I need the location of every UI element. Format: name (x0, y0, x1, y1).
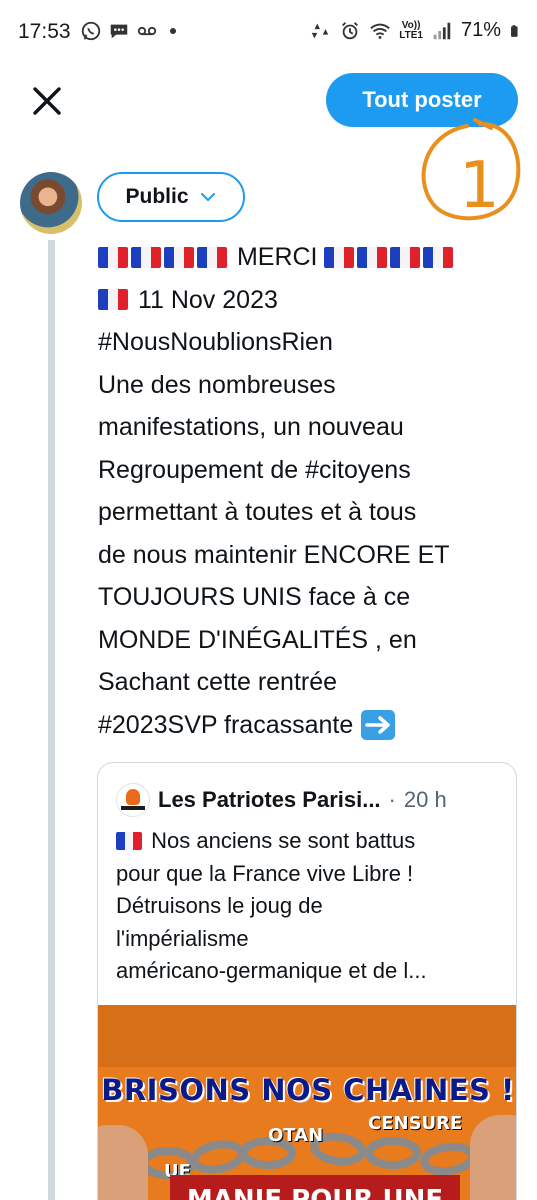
audience-selector-button[interactable]: Public (97, 172, 245, 222)
france-flag-icon (423, 246, 454, 268)
france-flag-icon (197, 246, 227, 268)
chevron-down-icon (200, 193, 215, 202)
image-word-otan: OTAN (268, 1125, 324, 1146)
text-line: MERCI (98, 236, 528, 279)
text-line-content: de nous maintenir ENCORE ET (98, 540, 450, 569)
france-flag-icon (324, 246, 355, 268)
signal-icon (433, 22, 451, 39)
whatsapp-icon (81, 21, 101, 41)
text-line: pour que la France vive Libre ! (116, 858, 511, 891)
status-bar: 17:53 Vo)) LTE1 71% (0, 0, 537, 66)
image-title: BRISONS NOS CHAINES ! (101, 1073, 515, 1107)
france-flag-icon (390, 246, 421, 268)
text-line: #2023SVP fracassante (98, 704, 528, 747)
quoted-tweet-text: Nos anciens se sont battus pour que la Fr… (116, 825, 511, 988)
text-line-content: #2023SVP fracassante (98, 710, 354, 739)
text-line-content: Sachant cette rentrée (98, 668, 338, 696)
text-line-content: Une des nombreuses (98, 370, 336, 399)
text-line-content: MERCI (236, 243, 318, 271)
text-line-content: américano-germanique et de l... (116, 958, 427, 983)
text-line: de nous maintenir ENCORE ET (98, 534, 528, 577)
text-line: MONDE D'INÉGALITÉS , en (98, 619, 528, 662)
quoted-tweet-header: Les Patriotes Parisi... · 20 h (116, 783, 447, 817)
text-line: Sachant cette rentrée (98, 661, 528, 704)
text-line-content: #NousNoublionsRien (98, 328, 333, 356)
text-line-content: 11 Nov 2023 (137, 285, 278, 314)
france-flag-icon (131, 246, 161, 268)
text-line: Détruisons le joug de (116, 890, 511, 923)
text-line: TOUJOURS UNIS face à ce (98, 576, 528, 619)
recycle-icon (312, 23, 329, 38)
text-line: permettant à toutes et à tous (98, 491, 528, 534)
image-bottom-banner: MANIF POUR UNE (170, 1175, 460, 1200)
battery-percent: 71% (460, 19, 501, 41)
close-icon[interactable] (28, 82, 66, 120)
france-flag-icon (164, 246, 194, 268)
image-word-censure: CENSURE (368, 1113, 463, 1134)
thread-line (48, 240, 55, 1200)
right-hand-image (470, 1115, 516, 1200)
text-line: Une des nombreuses (98, 364, 528, 407)
audience-label: Public (125, 185, 189, 208)
wifi-icon (370, 23, 390, 39)
text-line: l'impérialisme (116, 923, 511, 956)
text-line-content: MONDE D'INÉGALITÉS , en (98, 625, 417, 654)
text-line-content: permettant à toutes et à tous (98, 498, 417, 526)
text-line-content: TOUJOURS UNIS face à ce (98, 583, 411, 611)
status-time: 17:53 (18, 20, 71, 43)
system-icons: Vo)) LTE1 71% (309, 19, 523, 42)
text-line: Nos anciens se sont battus (116, 825, 511, 858)
text-line: 11 Nov 2023 (98, 279, 528, 322)
text-line: américano-germanique et de l... (116, 955, 511, 988)
quoted-author-name: Les Patriotes Parisi... (158, 787, 381, 812)
text-line-content: manifestations, un nouveau (98, 413, 404, 441)
notification-icons (80, 20, 176, 42)
quoted-time: 20 h (403, 787, 447, 812)
volte-indicator: Vo)) LTE1 (399, 19, 423, 41)
annotation-circle-icon: 1 (421, 118, 521, 223)
text-line-content: Regroupement de #citoyens (98, 455, 411, 484)
text-line: Regroupement de #citoyens (98, 449, 528, 492)
right-arrow-icon (361, 709, 396, 740)
avatar[interactable] (20, 172, 82, 234)
alarm-icon (342, 21, 359, 39)
text-line-content: Détruisons le joug de (116, 893, 323, 918)
text-line-content: l'impérialisme (116, 925, 249, 951)
france-flag-icon (98, 246, 128, 268)
image-header-band (98, 1005, 516, 1067)
dot-icon (170, 28, 176, 34)
text-line-content: Nos anciens se sont battus (151, 828, 416, 853)
quoted-separator: · (388, 787, 396, 812)
quoted-tweet-image[interactable]: BRISONS NOS CHAINES ! UE OTAN CENSURE MA… (98, 1005, 516, 1200)
voicemail-icon (137, 26, 157, 36)
france-flag-icon (357, 246, 388, 268)
battery-icon (511, 24, 518, 37)
left-hand-image (98, 1125, 148, 1200)
quoted-tweet-card[interactable]: Les Patriotes Parisi... · 20 h Nos ancie… (97, 762, 517, 1200)
text-line: #NousNoublionsRien (98, 321, 528, 364)
text-line: manifestations, un nouveau (98, 406, 528, 449)
text-line-content: pour que la France vive Libre ! (116, 860, 414, 886)
quoted-author-avatar (116, 783, 150, 817)
chat-icon (110, 24, 128, 39)
france-flag-icon (116, 832, 142, 851)
france-flag-icon (98, 289, 128, 311)
annotation-number: 1 (459, 149, 500, 223)
tweet-text-input[interactable]: MERCI 11 Nov 2023 #NousNoublionsRien Une d… (98, 236, 528, 746)
